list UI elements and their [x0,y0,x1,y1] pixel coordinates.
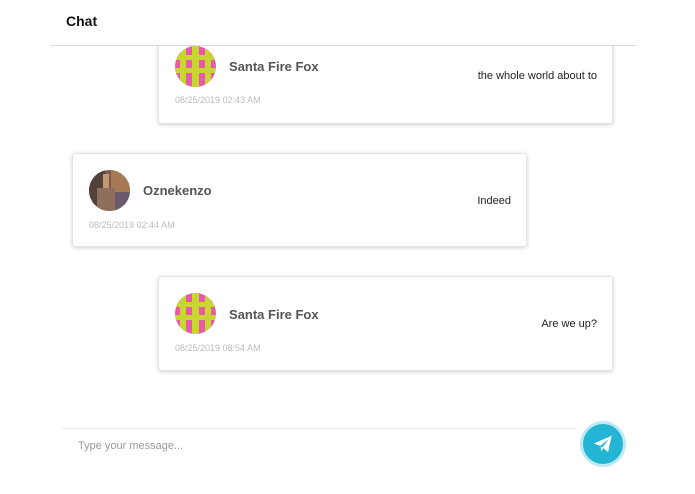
chat-header: Chat [50,0,637,46]
avatar[interactable] [175,46,216,87]
message-timestamp: 08/25/2019 02:44 AM [89,220,175,230]
sender-name: Oznekenzo [143,183,212,198]
message-card: Santa Fire Fox Are we up? 08/25/2019 08:… [158,276,613,371]
message-card: Oznekenzo Indeed 08/25/2019 02:44 AM [72,153,527,247]
message-composer [62,428,577,463]
message-text: Are we up? [541,318,597,330]
paper-plane-icon [593,435,612,453]
page-title: Chat [66,13,98,29]
message-input[interactable] [62,429,577,463]
message-list[interactable]: Santa Fire Fox the whole world about to … [0,46,695,418]
message-card: Santa Fire Fox the whole world about to … [158,46,613,124]
message-timestamp: 08/25/2019 08:54 AM [175,343,261,353]
message-text: the whole world about to [477,70,597,82]
sender-name: Santa Fire Fox [229,59,319,74]
message-text: Indeed [477,195,511,207]
send-button[interactable] [583,424,623,464]
avatar[interactable] [89,170,130,211]
avatar[interactable] [175,293,216,334]
sender-name: Santa Fire Fox [229,307,319,322]
message-timestamp: 08/25/2019 02:43 AM [175,95,261,105]
